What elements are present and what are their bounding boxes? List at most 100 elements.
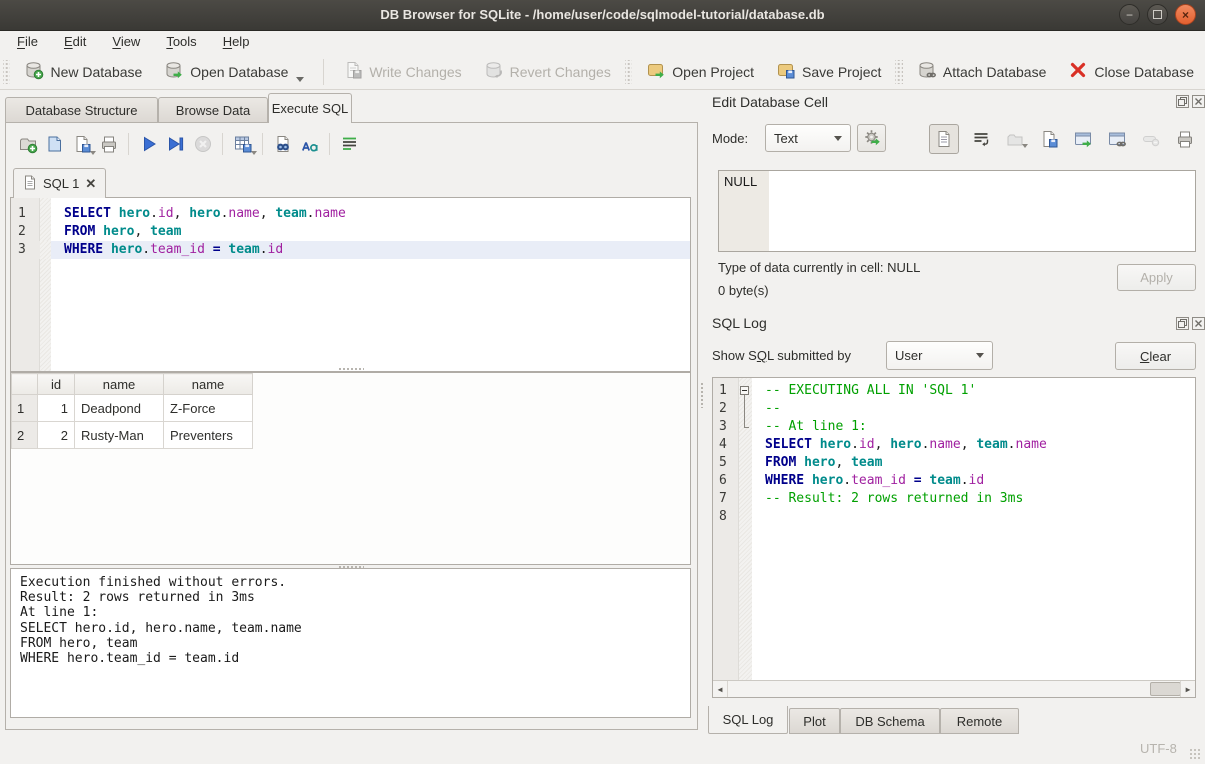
- resize-grip[interactable]: [1189, 748, 1202, 761]
- save-project-button[interactable]: Save Project: [765, 57, 892, 87]
- code-line[interactable]: 2 --: [713, 400, 1195, 418]
- titlebar[interactable]: DB Browser for SQLite - /home/user/code/…: [0, 0, 1205, 31]
- menu-tools[interactable]: Tools: [153, 30, 209, 54]
- column-header-name[interactable]: name: [75, 374, 164, 395]
- write-changes-button[interactable]: Write Changes: [332, 57, 472, 87]
- splitter-handle[interactable]: [700, 382, 705, 408]
- code-line[interactable]: 5 FROM hero, team: [713, 454, 1195, 472]
- new-sql-tab-icon[interactable]: [14, 130, 41, 158]
- cell[interactable]: Deadpond: [75, 395, 164, 422]
- import-data-icon[interactable]: [1003, 127, 1027, 151]
- maximize-button[interactable]: [1147, 4, 1168, 25]
- print-icon[interactable]: [95, 130, 122, 158]
- code-line[interactable]: 3 WHERE hero.team_id = team.id: [11, 241, 690, 259]
- close-button[interactable]: ×: [1175, 4, 1196, 25]
- column-header-name[interactable]: name: [164, 374, 253, 395]
- format-sql-icon[interactable]: [296, 130, 323, 158]
- code-line[interactable]: 4 SELECT hero.id, hero.name, team.name: [713, 436, 1195, 454]
- word-wrap-icon[interactable]: [969, 127, 993, 151]
- splitter-handle[interactable]: [338, 565, 364, 570]
- word-wrap-icon[interactable]: [336, 130, 363, 158]
- text-mode-icon[interactable]: [929, 124, 959, 154]
- code-line[interactable]: 8: [713, 508, 1195, 526]
- sql-editor[interactable]: 1 SELECT hero.id, hero.name, team.name 2…: [10, 197, 691, 372]
- close-panel-icon[interactable]: [1192, 317, 1205, 330]
- dock-tab-plot[interactable]: Plot: [789, 708, 840, 734]
- log-filter-select[interactable]: User: [886, 341, 993, 370]
- save-sql-file-icon[interactable]: [68, 130, 95, 158]
- open-sql-file-icon[interactable]: [41, 130, 68, 158]
- close-panel-icon[interactable]: [1192, 95, 1205, 108]
- scroll-right-icon[interactable]: ▶: [1180, 681, 1195, 697]
- cell[interactable]: Z-Force: [164, 395, 253, 422]
- tab-execute-sql[interactable]: Execute SQL: [268, 93, 352, 123]
- tab-browse-data[interactable]: Browse Data: [158, 97, 268, 122]
- open-external-icon[interactable]: [1071, 127, 1095, 151]
- sql-document-tab[interactable]: SQL 1 ✕: [13, 168, 106, 198]
- dock-tab-sql-log[interactable]: SQL Log: [708, 706, 788, 734]
- fold-marker[interactable]: [739, 418, 752, 436]
- results-grid[interactable]: idnamename 1 1DeadpondZ-Force 2 2Rusty-M…: [11, 373, 253, 449]
- menu-help[interactable]: Help: [210, 30, 263, 54]
- scroll-left-icon[interactable]: ◀: [713, 681, 728, 697]
- link-cell-icon[interactable]: [1105, 127, 1129, 151]
- table-row[interactable]: 2 2Rusty-ManPreventers: [12, 422, 253, 449]
- code-line[interactable]: 1 SELECT hero.id, hero.name, team.name: [11, 205, 690, 223]
- attach-database-button[interactable]: Attach Database: [906, 57, 1058, 87]
- float-panel-icon[interactable]: [1176, 95, 1189, 108]
- toolbar-handle[interactable]: [3, 60, 10, 84]
- dock-tab-remote[interactable]: Remote: [940, 708, 1019, 734]
- column-header-id[interactable]: id: [38, 374, 75, 395]
- sql-log-view[interactable]: 1 -- EXECUTING ALL IN 'SQL 1' 2 -- 3 -- …: [712, 377, 1196, 698]
- chevron-down-icon[interactable]: [296, 77, 304, 82]
- dock-tab-db-schema[interactable]: DB Schema: [840, 708, 940, 734]
- stop-execution-icon[interactable]: [189, 130, 216, 158]
- execution-message-box[interactable]: Execution finished without errors. Resul…: [10, 568, 691, 718]
- auto-apply-button[interactable]: [857, 124, 886, 152]
- print-cell-icon[interactable]: [1173, 127, 1197, 151]
- execute-all-icon[interactable]: [135, 130, 162, 158]
- menu-edit[interactable]: Edit: [51, 30, 99, 54]
- new-database-button[interactable]: New Database: [13, 57, 153, 87]
- code-line[interactable]: 7 -- Result: 2 rows returned in 3ms: [713, 490, 1195, 508]
- cell[interactable]: 1: [38, 395, 75, 422]
- log-horizontal-scrollbar[interactable]: ◀ ▶: [713, 680, 1195, 697]
- code-line[interactable]: 6 WHERE hero.team_id = team.id: [713, 472, 1195, 490]
- export-results-icon[interactable]: [229, 130, 256, 158]
- revert-changes-button[interactable]: Revert Changes: [473, 57, 622, 87]
- fold-marker[interactable]: [739, 382, 752, 400]
- table-row[interactable]: 1 1DeadpondZ-Force: [12, 395, 253, 422]
- find-icon[interactable]: [269, 130, 296, 158]
- open-database-button[interactable]: Open Database: [153, 57, 315, 87]
- tab-database-structure[interactable]: Database Structure: [5, 97, 158, 122]
- open-project-button[interactable]: Open Project: [635, 57, 765, 87]
- cell[interactable]: Rusty-Man: [75, 422, 164, 449]
- close-database-button[interactable]: Close Database: [1057, 57, 1205, 87]
- splitter-handle[interactable]: [338, 367, 364, 372]
- scrollbar-thumb[interactable]: [1150, 682, 1181, 696]
- menu-file[interactable]: File: [4, 30, 51, 54]
- apply-button[interactable]: Apply: [1117, 264, 1196, 291]
- menu-view[interactable]: View: [99, 30, 153, 54]
- corner-header[interactable]: [12, 374, 38, 395]
- mode-select[interactable]: Text: [765, 124, 851, 152]
- results-table[interactable]: idnamename 1 1DeadpondZ-Force 2 2Rusty-M…: [10, 372, 691, 565]
- cell-value-editor[interactable]: NULL: [718, 170, 1196, 252]
- code-line[interactable]: 2 FROM hero, team: [11, 223, 690, 241]
- fold-marker[interactable]: [739, 400, 752, 418]
- row-number[interactable]: 1: [12, 395, 38, 422]
- float-panel-icon[interactable]: [1176, 317, 1189, 330]
- toolbar-handle[interactable]: [895, 60, 902, 84]
- execute-current-line-icon[interactable]: [162, 130, 189, 158]
- cell[interactable]: 2: [38, 422, 75, 449]
- cell[interactable]: Preventers: [164, 422, 253, 449]
- row-number[interactable]: 2: [12, 422, 38, 449]
- clear-log-button[interactable]: Clear: [1115, 342, 1196, 370]
- code-line[interactable]: 1 -- EXECUTING ALL IN 'SQL 1': [713, 382, 1195, 400]
- export-data-icon[interactable]: [1037, 127, 1061, 151]
- toolbar-handle[interactable]: [625, 60, 632, 84]
- minimize-button[interactable]: −: [1119, 4, 1140, 25]
- code-line[interactable]: 3 -- At line 1:: [713, 418, 1195, 436]
- close-sql-tab-icon[interactable]: ✕: [85, 176, 96, 192]
- set-null-icon[interactable]: [1139, 127, 1163, 151]
